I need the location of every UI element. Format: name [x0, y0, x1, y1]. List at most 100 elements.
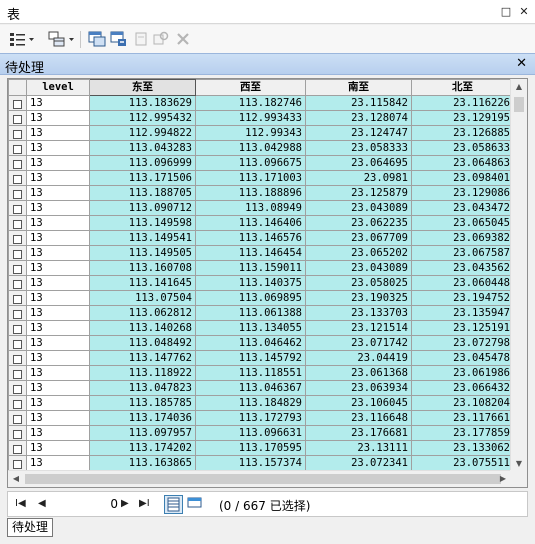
cell-south[interactable]: 23.04419 [305, 350, 412, 366]
cell-west[interactable]: 113.08949 [195, 200, 306, 216]
cell-south[interactable]: 23.065202 [305, 245, 412, 261]
vertical-scrollbar[interactable]: ▲ ▼ [510, 79, 527, 472]
cell-level[interactable]: 13 [26, 350, 90, 366]
next-record-icon[interactable]: ▶ [121, 497, 129, 511]
row-selector[interactable] [8, 395, 27, 411]
clear-selection-button[interactable] [134, 30, 150, 48]
table-row[interactable]: 13 113.043283 113.042988 23.058333 23.058633 [8, 140, 514, 156]
cell-level[interactable]: 13 [26, 110, 90, 126]
cell-north[interactable]: 23.058633 [411, 140, 514, 156]
cell-east[interactable]: 113.147762 [89, 350, 196, 366]
cell-level[interactable]: 13 [26, 380, 90, 396]
row-selector[interactable] [8, 455, 27, 471]
row-selector[interactable] [8, 380, 27, 396]
cell-west[interactable]: 113.170595 [195, 440, 306, 456]
cell-east[interactable]: 113.163865 [89, 455, 196, 471]
close-window-icon[interactable]: ✕ [518, 6, 530, 18]
cell-level[interactable]: 13 [26, 365, 90, 381]
table-row[interactable]: 13 113.097957 113.096631 23.176681 23.177859 [8, 425, 514, 441]
cell-level[interactable]: 13 [26, 245, 90, 261]
cell-west[interactable]: 113.042988 [195, 140, 306, 156]
table-row[interactable]: 13 112.995432 112.993433 23.128074 23.129195 [8, 110, 514, 126]
show-selected-records-button[interactable] [186, 495, 205, 514]
row-selector[interactable] [8, 125, 27, 141]
float-window-icon[interactable]: □ [500, 6, 512, 18]
vertical-scroll-thumb[interactable] [514, 97, 524, 112]
column-header-level[interactable]: level [26, 79, 90, 96]
table-row[interactable]: 13 113.174202 113.170595 23.13111 23.133062 [8, 440, 514, 456]
cell-level[interactable]: 13 [26, 440, 90, 456]
cell-north[interactable]: 23.043562 [411, 260, 514, 276]
cell-level[interactable]: 13 [26, 305, 90, 321]
cell-level[interactable]: 13 [26, 275, 90, 291]
cell-south[interactable]: 23.124747 [305, 125, 412, 141]
cell-north[interactable]: 23.125191 [411, 320, 514, 336]
row-selector[interactable] [8, 110, 27, 126]
cell-south[interactable]: 23.106045 [305, 395, 412, 411]
cell-south[interactable]: 23.043089 [305, 260, 412, 276]
close-table-tab-icon[interactable]: ✕ [516, 56, 527, 71]
cell-level[interactable]: 13 [26, 260, 90, 276]
cell-east[interactable]: 113.188705 [89, 185, 196, 201]
cell-south[interactable]: 23.063934 [305, 380, 412, 396]
cell-north[interactable]: 23.133062 [411, 440, 514, 456]
cell-north[interactable]: 23.065045 [411, 215, 514, 231]
cell-north[interactable]: 23.129086 [411, 185, 514, 201]
cell-level[interactable]: 13 [26, 410, 90, 426]
cell-east[interactable]: 113.185785 [89, 395, 196, 411]
cell-east[interactable]: 113.047823 [89, 380, 196, 396]
cell-north[interactable]: 23.072798 [411, 335, 514, 351]
delete-selected-button[interactable] [176, 30, 190, 48]
cell-east[interactable]: 113.149541 [89, 230, 196, 246]
cell-east[interactable]: 112.995432 [89, 110, 196, 126]
cell-east[interactable]: 113.160708 [89, 260, 196, 276]
row-selector[interactable] [8, 185, 27, 201]
cell-south[interactable]: 23.064695 [305, 155, 412, 171]
last-record-icon[interactable]: ▶I [139, 497, 150, 511]
column-header-north[interactable]: 北至 [411, 79, 514, 96]
cell-west[interactable]: 113.182746 [195, 95, 306, 111]
cell-north[interactable]: 23.045478 [411, 350, 514, 366]
scroll-left-icon[interactable]: ◀ [8, 471, 24, 487]
cell-north[interactable]: 23.064863 [411, 155, 514, 171]
cell-east[interactable]: 113.183629 [89, 95, 196, 111]
cell-level[interactable]: 13 [26, 425, 90, 441]
row-selector[interactable] [8, 425, 27, 441]
cell-north[interactable]: 23.126885 [411, 125, 514, 141]
scroll-up-icon[interactable]: ▲ [511, 79, 527, 95]
row-selector[interactable] [8, 140, 27, 156]
cell-south[interactable]: 23.125879 [305, 185, 412, 201]
cell-south[interactable]: 23.121514 [305, 320, 412, 336]
cell-south[interactable]: 23.043089 [305, 200, 412, 216]
row-selector[interactable] [8, 350, 27, 366]
cell-west[interactable]: 113.046462 [195, 335, 306, 351]
cell-east[interactable]: 113.174202 [89, 440, 196, 456]
cell-west[interactable]: 113.146454 [195, 245, 306, 261]
cell-east[interactable]: 113.090712 [89, 200, 196, 216]
table-row[interactable]: 13 113.118922 113.118551 23.061368 23.061986 [8, 365, 514, 381]
previous-record-icon[interactable]: ◀ [38, 497, 46, 511]
row-selector[interactable] [8, 215, 27, 231]
horizontal-scroll-thumb[interactable] [25, 474, 501, 484]
cell-south[interactable]: 23.133703 [305, 305, 412, 321]
cell-east[interactable]: 113.097957 [89, 425, 196, 441]
cell-level[interactable]: 13 [26, 185, 90, 201]
cell-south[interactable]: 23.128074 [305, 110, 412, 126]
table-row[interactable]: 13 113.141645 113.140375 23.058025 23.060448 [8, 275, 514, 291]
cell-level[interactable]: 13 [26, 140, 90, 156]
table-row[interactable]: 13 113.183629 113.182746 23.115842 23.116226 [8, 95, 514, 111]
cell-west[interactable]: 113.172793 [195, 410, 306, 426]
row-selector[interactable] [8, 245, 27, 261]
cell-level[interactable]: 13 [26, 290, 90, 306]
row-selector[interactable] [8, 260, 27, 276]
cell-level[interactable]: 13 [26, 200, 90, 216]
cell-south[interactable]: 23.116648 [305, 410, 412, 426]
cell-east[interactable]: 113.174036 [89, 410, 196, 426]
row-selector[interactable] [8, 200, 27, 216]
table-options-button[interactable] [9, 30, 35, 48]
scroll-right-icon[interactable]: ▶ [495, 471, 511, 487]
cell-west[interactable]: 113.046367 [195, 380, 306, 396]
cell-west[interactable]: 113.184829 [195, 395, 306, 411]
cell-south[interactable]: 23.058333 [305, 140, 412, 156]
cell-north[interactable]: 23.061986 [411, 365, 514, 381]
